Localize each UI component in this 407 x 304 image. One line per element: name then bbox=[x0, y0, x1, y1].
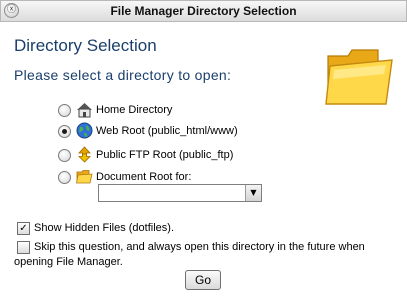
radio-public-ftp[interactable] bbox=[58, 149, 71, 162]
title-bar: ⓧ File Manager Directory Selection bbox=[0, 0, 407, 22]
chevron-down-icon[interactable]: ▼ bbox=[245, 185, 261, 201]
option-label-ftp: Public FTP Root (public_ftp) bbox=[96, 149, 234, 161]
ftp-icon bbox=[78, 146, 91, 163]
radio-home-directory[interactable] bbox=[58, 104, 71, 117]
skip-question-label-line1: Skip this question, and always open this… bbox=[34, 241, 365, 253]
document-root-select[interactable]: ▼ bbox=[98, 184, 262, 202]
radio-web-root[interactable] bbox=[58, 125, 71, 138]
page-title: Directory Selection bbox=[14, 36, 157, 55]
option-label-document-root: Document Root for: bbox=[96, 171, 192, 183]
open-folder-icon bbox=[325, 49, 393, 105]
globe-icon bbox=[76, 122, 93, 139]
folder-icon bbox=[76, 170, 93, 184]
radio-document-root[interactable] bbox=[58, 171, 71, 184]
home-icon bbox=[77, 103, 92, 118]
show-hidden-files-checkbox[interactable]: ✓ bbox=[17, 222, 30, 235]
instruction-text: Please select a directory to open: bbox=[14, 67, 232, 83]
skip-question-label-line2: opening File Manager. bbox=[14, 256, 123, 268]
go-button[interactable]: Go bbox=[185, 270, 221, 290]
option-label-web-root: Web Root (public_html/www) bbox=[96, 125, 238, 137]
skip-question-checkbox[interactable] bbox=[17, 241, 30, 254]
window-title: File Manager Directory Selection bbox=[110, 4, 297, 18]
show-hidden-files-label: Show Hidden Files (dotfiles). bbox=[34, 222, 175, 234]
option-label-home: Home Directory bbox=[96, 104, 173, 116]
